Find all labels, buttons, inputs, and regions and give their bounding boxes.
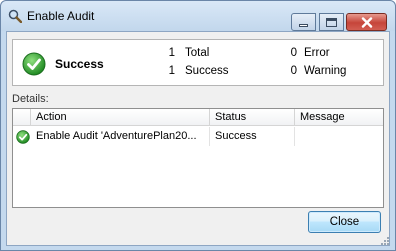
table-row[interactable]: Enable Audit 'AdventurePlan20... Success	[13, 127, 383, 146]
details-grid[interactable]: Action Status Message Enable Audit 'Adve…	[12, 108, 384, 208]
close-button[interactable]: Close	[308, 211, 381, 233]
column-header-status[interactable]: Status	[210, 109, 295, 126]
summary-panel: Success 1 Total 1 Success 0 Error 0 Warn…	[12, 39, 384, 86]
total-label: Total	[185, 47, 210, 59]
success-label: Success	[185, 65, 229, 77]
row-action: Enable Audit 'AdventurePlan20...	[31, 127, 210, 146]
summary-status: Success	[55, 57, 104, 71]
error-count: 0	[290, 47, 297, 59]
success-check-icon	[16, 130, 30, 144]
details-label: Details:	[12, 93, 49, 105]
resize-grip-icon[interactable]	[379, 235, 389, 245]
dialog-body: Success 1 Total 1 Success 0 Error 0 Warn…	[6, 31, 390, 246]
success-check-icon	[22, 52, 46, 76]
error-label: Error	[304, 47, 330, 59]
total-count: 1	[168, 47, 175, 59]
close-window-button[interactable]	[346, 13, 387, 31]
minimize-icon	[299, 23, 308, 27]
warning-count: 0	[290, 65, 297, 77]
window-title: Enable Audit	[27, 9, 95, 23]
close-icon	[361, 16, 372, 28]
maximize-icon	[326, 17, 337, 27]
magnifier-icon	[8, 9, 22, 23]
column-header-message[interactable]: Message	[295, 109, 383, 126]
warning-label: Warning	[304, 65, 347, 77]
column-header-action[interactable]: Action	[31, 109, 210, 126]
row-status: Success	[210, 127, 295, 146]
minimize-button[interactable]	[291, 13, 316, 31]
column-header-icon	[13, 109, 31, 126]
grid-header: Action Status Message	[13, 109, 383, 126]
success-count: 1	[168, 65, 175, 77]
row-message	[295, 127, 383, 146]
title-bar[interactable]: Enable Audit	[1, 1, 395, 31]
enable-audit-window: Enable Audit Success 1 Total 1 Success 0…	[0, 0, 396, 251]
maximize-button[interactable]	[319, 13, 344, 31]
